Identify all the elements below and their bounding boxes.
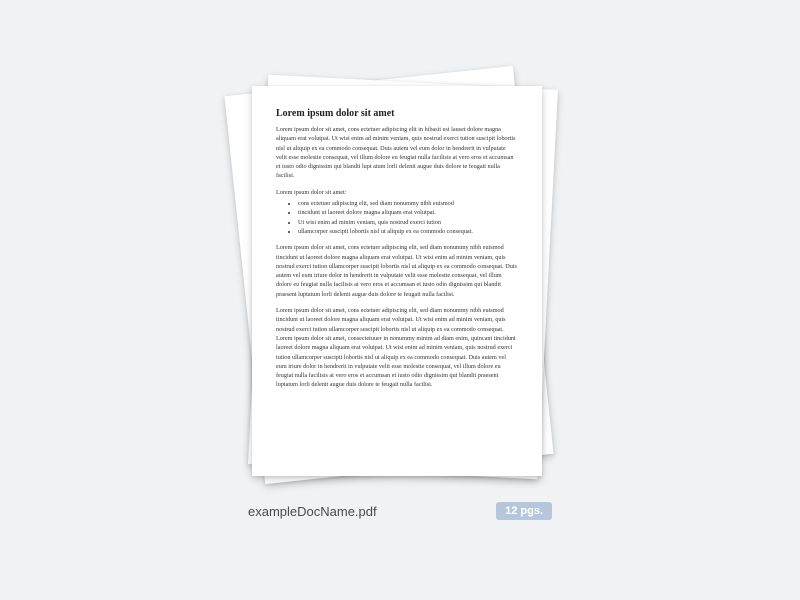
document-paragraph-2: Lorem ipsum dolor sit amet, cons ectetue… — [276, 243, 518, 299]
document-paragraph-1: Lorem ipsum dolor sit amet, cons ectetue… — [276, 125, 518, 181]
list-item: tincidunt ut laoreet dolore magna aliqua… — [298, 208, 518, 217]
list-item: ullamcorper suscipit lobortis nisl ut al… — [298, 227, 518, 236]
document-meta-row: exampleDocName.pdf 12 pgs. — [240, 502, 560, 520]
document-preview: Lorem ipsum dolor sit amet Lorem ipsum d… — [240, 80, 560, 520]
document-bullet-list: cons ectetuer adipiscing elit, sed diam … — [276, 199, 518, 236]
page-front[interactable]: Lorem ipsum dolor sit amet Lorem ipsum d… — [252, 86, 542, 476]
document-list-intro: Lorem ipsum dolor sit amet: — [276, 188, 518, 197]
page-stack: Lorem ipsum dolor sit amet Lorem ipsum d… — [250, 80, 550, 480]
document-paragraph-3: Lorem ipsum dolor sit amet, cons ectetue… — [276, 306, 518, 390]
document-filename: exampleDocName.pdf — [248, 504, 377, 519]
page-count-badge: 12 pgs. — [496, 502, 552, 520]
document-title: Lorem ipsum dolor sit amet — [276, 108, 518, 119]
list-item: cons ectetuer adipiscing elit, sed diam … — [298, 199, 518, 208]
list-item: Ut wisi enim ad minim veniam, quis nostr… — [298, 218, 518, 227]
